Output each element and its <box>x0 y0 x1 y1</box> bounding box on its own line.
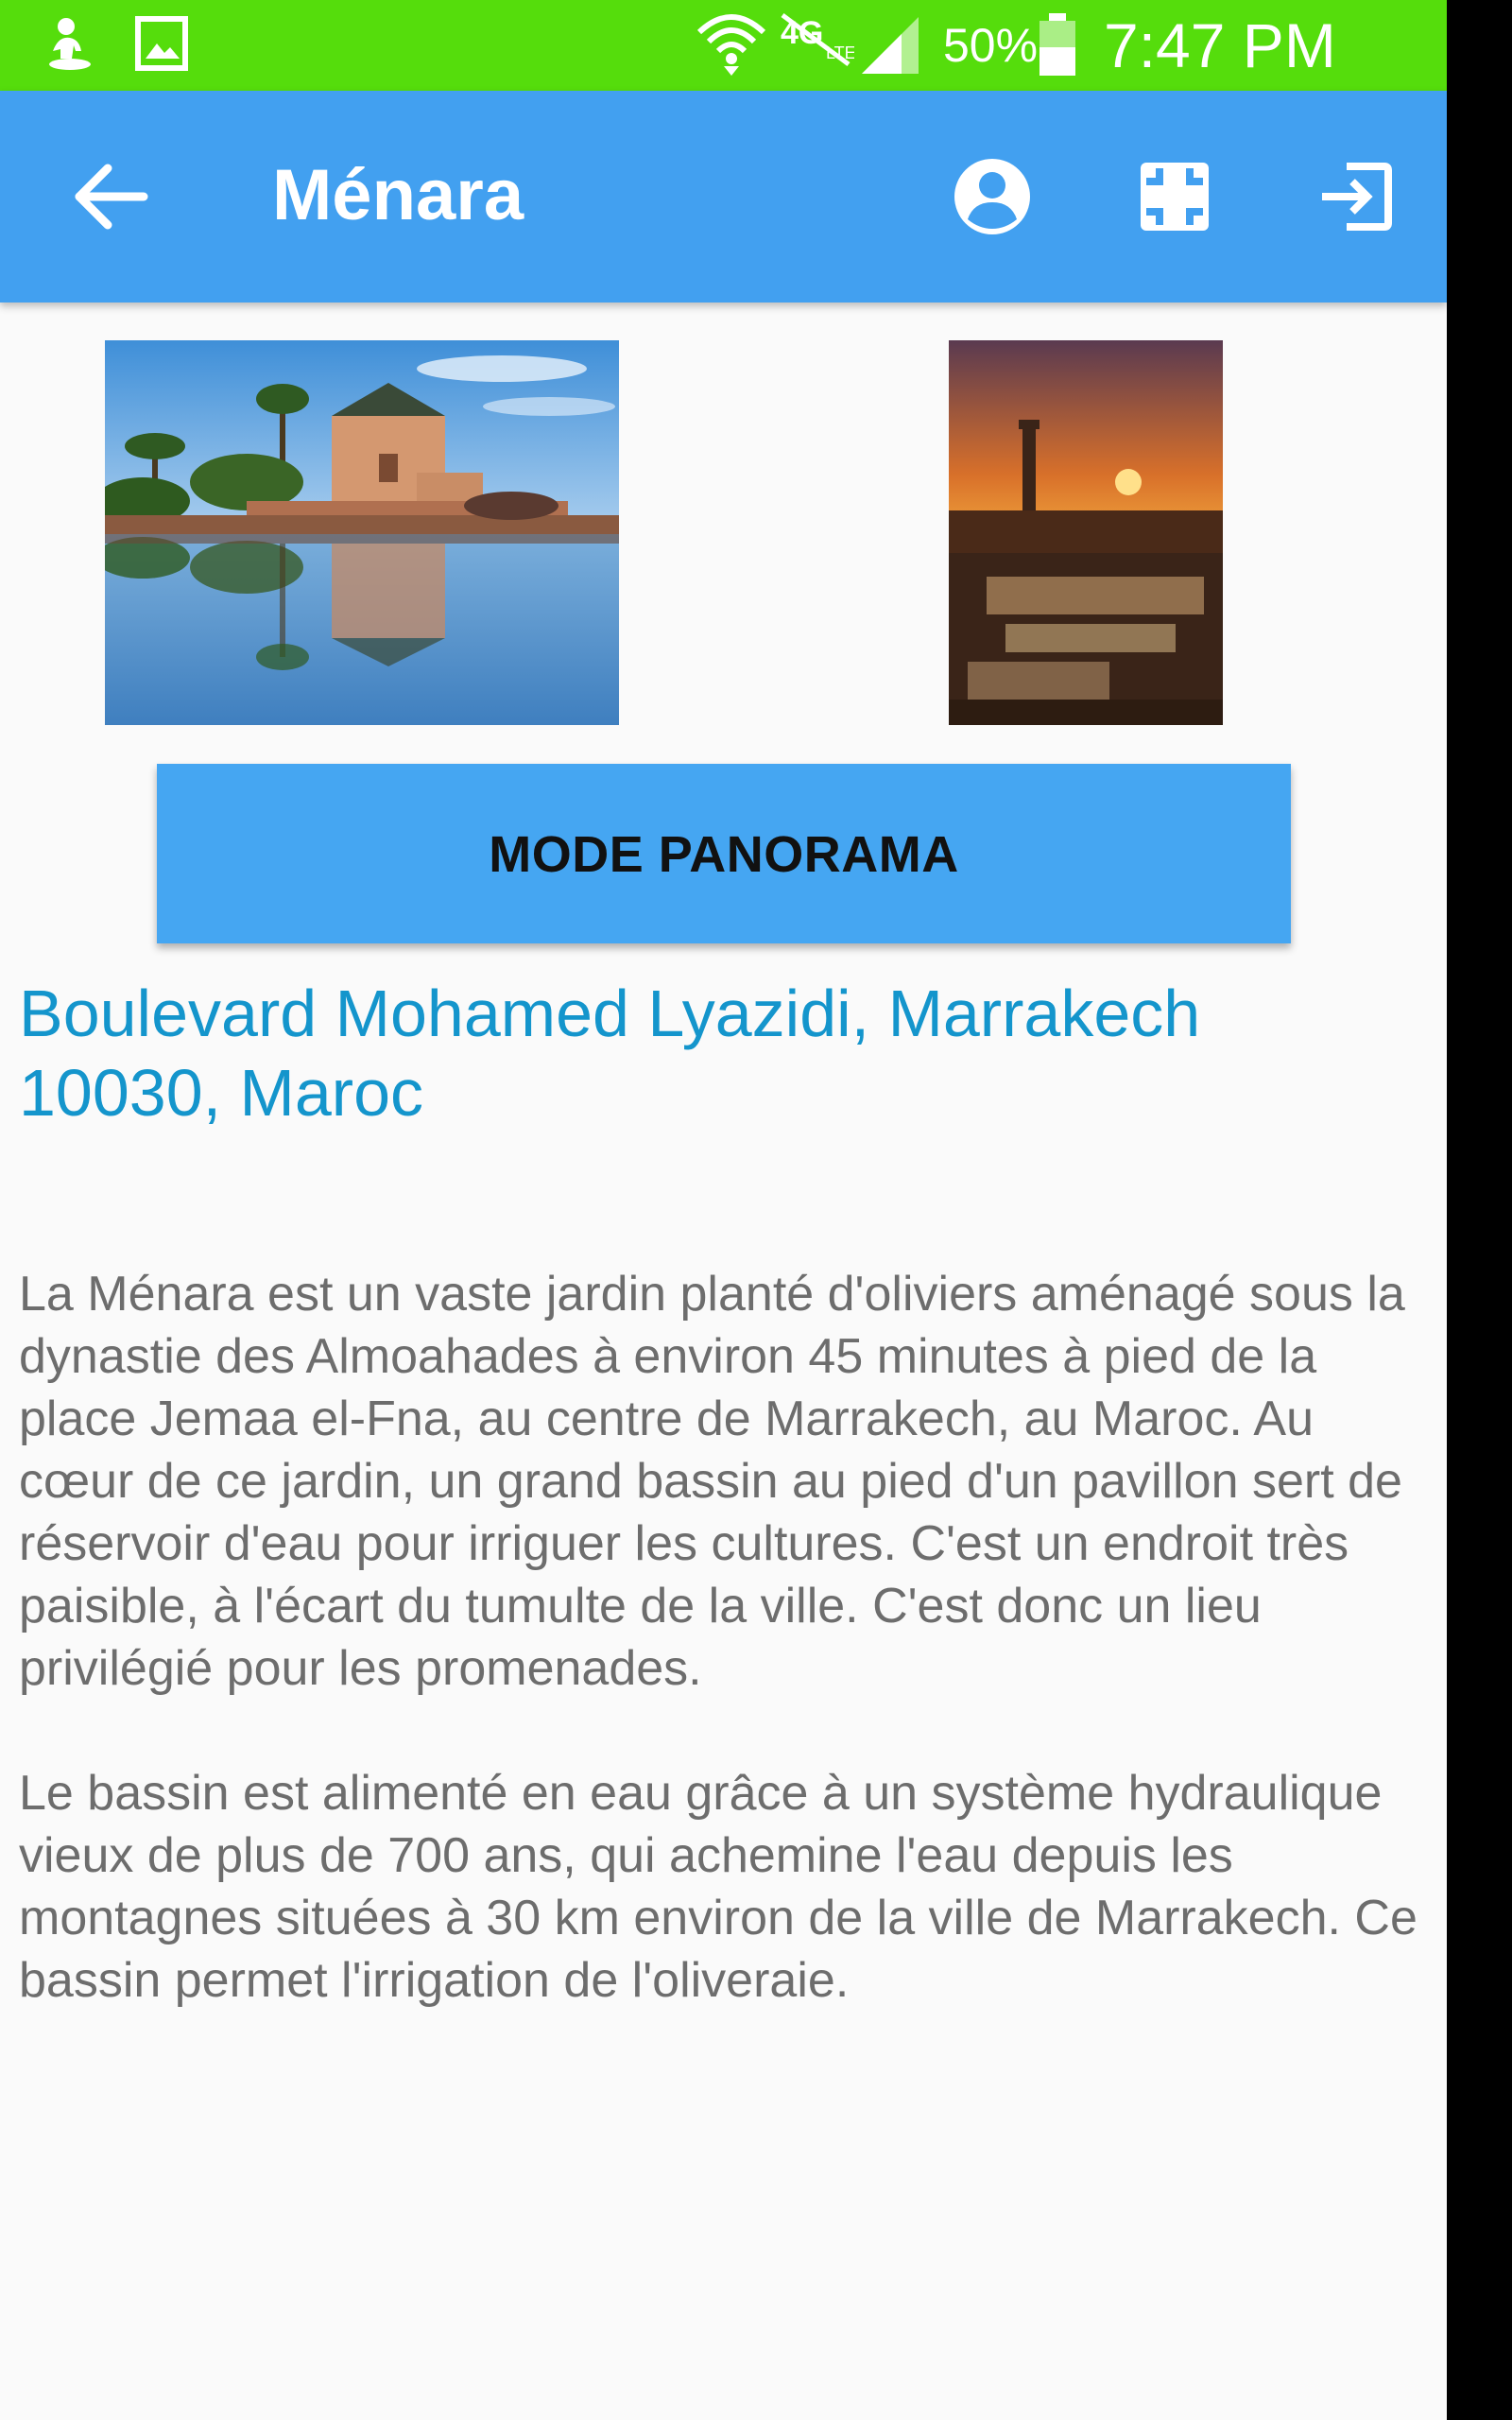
exit-icon <box>1322 163 1392 231</box>
app-screen: 4G LTE 50% 7:47 PM Ménara MODE PANORAMA … <box>0 0 1447 2420</box>
exit-button[interactable] <box>1309 149 1403 244</box>
wifi-icon <box>696 8 767 84</box>
clock: 7:47 PM <box>1104 10 1336 80</box>
notification-figure-icon <box>43 13 96 78</box>
fullscreen-button[interactable] <box>1127 149 1222 244</box>
menara-pavilion-image <box>105 340 619 725</box>
back-arrow-icon <box>75 164 148 230</box>
battery-icon <box>1038 13 1077 80</box>
fullscreen-icon <box>1141 163 1209 231</box>
battery-percent: 50% <box>943 19 1039 72</box>
mode-panorama-button[interactable]: MODE PANORAMA <box>157 764 1291 943</box>
app-bar: Ménara <box>0 91 1447 302</box>
description-paragraph-1: La Ménara est un vaste jardin planté d'o… <box>19 1267 1405 1696</box>
account-circle-icon <box>954 159 1030 234</box>
address-text: Boulevard Mohamed Lyazidi, Marrakech 100… <box>19 977 1201 1130</box>
status-bar: 4G LTE 50% 7:47 PM <box>0 0 1447 91</box>
page-title: Ménara <box>272 155 524 235</box>
4g-lte-icon: 4G LTE <box>779 11 856 73</box>
description-paragraph-2: Le bassin est alimenté en eau grâce à un… <box>19 1766 1418 2008</box>
gallery-icon <box>134 13 191 78</box>
jemaa-el-fna-image <box>949 340 1223 725</box>
signal-icon <box>860 13 920 80</box>
profile-button[interactable] <box>945 149 1040 244</box>
back-button[interactable] <box>66 149 161 244</box>
